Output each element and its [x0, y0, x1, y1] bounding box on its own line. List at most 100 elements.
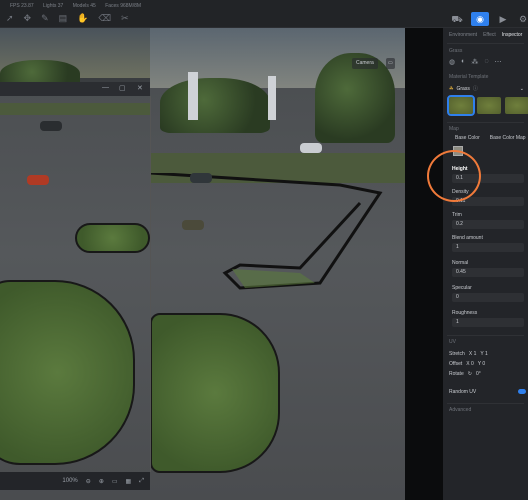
material-thumb[interactable]	[505, 97, 528, 114]
models-stat: Models 45	[72, 3, 96, 9]
faces-stat: Faces 968M/8M	[105, 3, 142, 9]
tree-line	[160, 78, 270, 133]
car-dark	[190, 173, 212, 183]
blend-amount-input[interactable]: 1	[452, 243, 524, 252]
viewport-status-bar: 100% ⊖ ⊕ ▭ ▦ ⤢	[0, 472, 150, 490]
blend-amount-label: Blend amount	[452, 235, 483, 241]
display-button[interactable]: ▭	[386, 58, 395, 69]
stretch-row: Stretch X 1 Y 1	[443, 351, 528, 357]
zoom-out-icon[interactable]: ⊖	[86, 478, 91, 485]
offset-label: Offset	[449, 361, 463, 367]
trim-label: Trim	[452, 212, 462, 218]
car-white	[300, 143, 322, 153]
roughness-input[interactable]: 1	[452, 318, 524, 327]
scatter-icon[interactable]: ⁂	[471, 58, 478, 66]
scene-icon[interactable]: ▤	[59, 13, 68, 23]
chevron-down-icon: ⌄	[519, 85, 524, 92]
fit-icon[interactable]: ▭	[112, 478, 118, 485]
maximize-icon[interactable]: ▢	[119, 84, 126, 92]
top-toolbar: FPS 23.87 Lights 37 Models 45 Faces 968M…	[0, 0, 528, 28]
grass-island-small	[75, 223, 150, 253]
stretch-label: Stretch	[449, 351, 465, 357]
highlight-ring	[427, 150, 481, 202]
uv-label: UV	[449, 339, 456, 345]
divider	[447, 403, 524, 404]
brush-icon[interactable]: ✎	[41, 13, 49, 23]
eraser-icon[interactable]: ◌	[484, 58, 488, 66]
close-icon[interactable]: ✕	[137, 84, 143, 92]
random-uv-toggle[interactable]	[518, 389, 526, 394]
camera-icon[interactable]: ◉	[471, 12, 489, 26]
tool-icons: ➚ ✥ ✎ ▤ ✋ ⌫ ✂	[0, 13, 129, 23]
offset-y-input[interactable]: Y 0	[478, 361, 485, 367]
random-uv-label: Random UV	[449, 389, 477, 395]
car-icon[interactable]: ⛟	[448, 12, 466, 26]
divider	[447, 122, 524, 123]
random-uv-row: Random UV	[443, 389, 528, 395]
stretch-y-input[interactable]: Y 1	[480, 351, 487, 357]
stretch-x-input[interactable]: X 1	[469, 351, 477, 357]
viewport-separator	[405, 28, 443, 500]
cut-icon[interactable]: ✂	[121, 13, 129, 23]
map-tabs: Base Color Base Color Map	[443, 135, 528, 141]
tab-environment[interactable]: Environment	[449, 32, 477, 40]
grass-island-left	[0, 280, 135, 465]
grass-island-right	[150, 313, 280, 473]
map-label: Map	[449, 126, 459, 132]
camera-button[interactable]: Camera	[352, 58, 378, 69]
specular-input[interactable]: 0	[452, 293, 524, 302]
offset-x-input[interactable]: X 0	[466, 361, 474, 367]
section-grass-title: Grass	[449, 48, 463, 54]
tab-effect[interactable]: Effect	[483, 32, 496, 40]
grass-icon: ☘	[449, 85, 454, 92]
brush-icon[interactable]: ◍	[449, 58, 455, 66]
car-dark	[40, 121, 62, 131]
rotate-icon: ↻	[467, 371, 472, 377]
more-icon[interactable]: ⋯	[495, 58, 502, 66]
lights-stat: Lights 37	[43, 3, 64, 9]
offset-row: Offset X 0 Y 0	[443, 361, 528, 367]
3d-viewport[interactable]: Camera ▭	[0, 28, 405, 500]
advanced-label[interactable]: Advanced	[443, 407, 528, 413]
grid-icon[interactable]: ▦	[126, 478, 132, 485]
minimize-icon[interactable]: —	[102, 84, 109, 91]
material-template-label: Material Template	[449, 74, 489, 80]
grass-tool-icons: ◍ ◐ ⁂ ◌ ⋯	[443, 58, 528, 66]
base-color-label[interactable]: Base Color	[455, 135, 480, 141]
rotate-label: Rotate	[449, 371, 464, 377]
inspector-panel: Environment Effect Inspector Li Grass ◍ …	[443, 28, 528, 500]
material-select[interactable]: ☘ Grass ⓘ ⌄	[449, 83, 524, 94]
specular-label: Specular	[452, 285, 472, 291]
sign-pole	[188, 72, 198, 120]
paint-icon[interactable]: ◐	[461, 58, 465, 66]
divider	[447, 43, 524, 44]
cursor-icon[interactable]: ➚	[6, 13, 14, 23]
tab-inspector[interactable]: Inspector	[502, 32, 523, 40]
fullscreen-icon[interactable]: ⤢	[139, 478, 144, 485]
zoom-in-icon[interactable]: ⊕	[99, 478, 104, 485]
normal-input[interactable]: 0.45	[452, 268, 524, 277]
eraser-icon[interactable]: ⌫	[98, 13, 111, 23]
trim-input[interactable]: 0.2	[452, 220, 524, 229]
floating-window-titlebar[interactable]: — ▢ ✕	[0, 82, 150, 96]
car-red	[27, 175, 49, 185]
material-thumbnails	[443, 94, 528, 116]
render-stats: FPS 23.87 Lights 37 Models 45 Faces 968M…	[10, 3, 149, 9]
roughness-label: Roughness	[452, 310, 478, 316]
curb-outline	[150, 173, 383, 290]
window-edge	[150, 96, 151, 472]
panel-tabs: Environment Effect Inspector Li	[443, 28, 528, 40]
base-color-map-label[interactable]: Base Color Map	[490, 135, 526, 141]
move-icon[interactable]: ✥	[24, 13, 32, 23]
normal-label: Normal	[452, 260, 469, 266]
divider	[447, 335, 524, 336]
material-thumb[interactable]	[477, 97, 501, 114]
video-icon[interactable]: ▶	[494, 12, 512, 26]
info-icon: ⓘ	[472, 86, 478, 92]
hand-icon[interactable]: ✋	[77, 13, 88, 23]
settings-icon[interactable]: ⚙	[514, 12, 528, 26]
material-select-value: Grass	[456, 85, 470, 92]
fps-stat: FPS 23.87	[10, 3, 34, 9]
rotate-input[interactable]: 0°	[476, 371, 481, 377]
material-thumb[interactable]	[447, 95, 475, 116]
